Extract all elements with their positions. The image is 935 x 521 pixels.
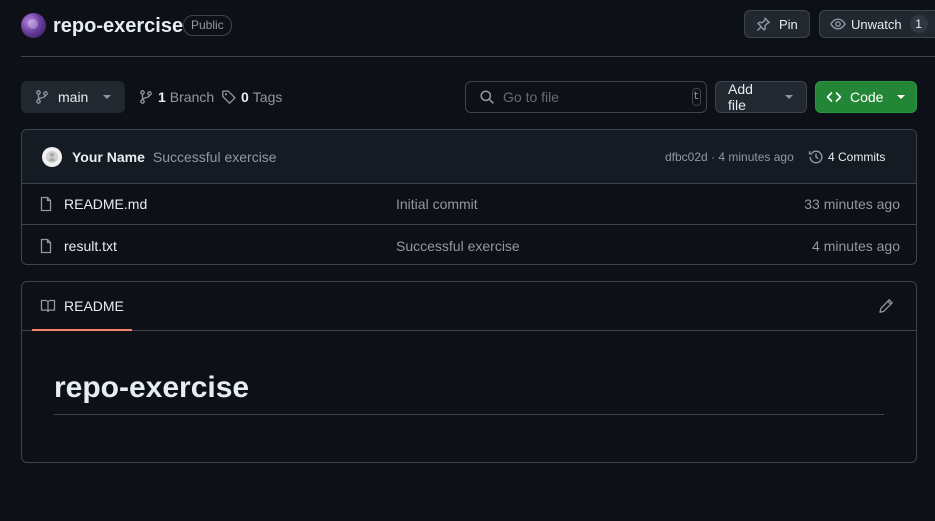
readme-tab-label: README [64, 297, 124, 314]
tag-count-label: Tags [252, 89, 283, 105]
tag-count: 0 [241, 89, 249, 105]
chevron-down-icon [784, 92, 794, 102]
book-icon [40, 298, 56, 314]
branch-name: main [58, 89, 89, 105]
file-last-commit[interactable]: Successful exercise [396, 238, 520, 254]
author-avatar[interactable] [42, 146, 62, 167]
watch-count: 1 [909, 15, 928, 33]
pin-icon [755, 16, 771, 32]
file-row[interactable]: result.txt Successful exercise 4 minutes… [22, 225, 916, 264]
tab-readme[interactable]: README [32, 282, 132, 331]
pin-button[interactable]: Pin [744, 10, 810, 38]
branch-selector[interactable]: main [21, 81, 125, 113]
file-icon [38, 196, 54, 212]
branch-icon [138, 89, 154, 105]
commits-count-label: 4 Commits [828, 150, 886, 164]
file-last-commit[interactable]: Initial commit [396, 196, 478, 212]
unwatch-label: Unwatch [851, 16, 902, 32]
chevron-down-icon [896, 92, 906, 102]
readme-heading: repo-exercise [54, 371, 884, 415]
visibility-badge: Public [183, 15, 232, 36]
pencil-icon[interactable] [878, 298, 894, 314]
file-icon [38, 238, 54, 254]
file-name[interactable]: result.txt [64, 238, 117, 254]
add-file-button[interactable]: Add file [715, 81, 807, 113]
add-file-label: Add file [728, 81, 753, 113]
file-last-updated: 33 minutes ago [804, 196, 900, 212]
readme-header: README [22, 282, 916, 331]
history-icon [808, 149, 824, 165]
code-icon [826, 89, 842, 105]
search-input[interactable] [503, 89, 684, 105]
repo-toolbar: main 1 Branch 0 Tags t Add file [21, 81, 917, 113]
branch-count: 1 [158, 89, 166, 105]
file-name[interactable]: README.md [64, 196, 147, 212]
branch-icon [34, 89, 50, 105]
commit-message[interactable]: Successful exercise [153, 149, 277, 165]
repo-header: repo-exercise Public Pin Unwatch 1 [21, 0, 935, 57]
branch-count-label: Branch [169, 89, 215, 105]
branches-link[interactable]: 1 Branch [138, 81, 214, 113]
search-icon [479, 89, 495, 105]
tag-icon [221, 89, 237, 105]
eye-icon [830, 16, 846, 32]
keyboard-shortcut-hint: t [692, 88, 701, 106]
pin-label: Pin [779, 16, 798, 32]
owner-avatar[interactable] [21, 13, 46, 38]
code-label: Code [850, 89, 884, 105]
file-last-updated: 4 minutes ago [812, 237, 900, 254]
repo-name[interactable]: repo-exercise [53, 14, 183, 38]
unwatch-button[interactable]: Unwatch 1 [819, 10, 935, 38]
chevron-down-icon [102, 92, 112, 102]
file-browser: Your Name Successful exercise dfbc02d · … [21, 129, 917, 265]
commit-author[interactable]: Your Name [72, 149, 145, 165]
latest-commit-bar: Your Name Successful exercise dfbc02d · … [22, 130, 916, 184]
tags-link[interactable]: 0 Tags [221, 81, 282, 113]
commit-history-link[interactable]: 4 Commits [808, 130, 885, 184]
go-to-file-search[interactable]: t [465, 81, 707, 113]
file-row[interactable]: README.md Initial commit 33 minutes ago [22, 184, 916, 225]
readme-panel: README repo-exercise [21, 281, 917, 463]
commit-hash-time[interactable]: dfbc02d · 4 minutes ago [665, 130, 794, 184]
code-button[interactable]: Code [815, 81, 917, 113]
